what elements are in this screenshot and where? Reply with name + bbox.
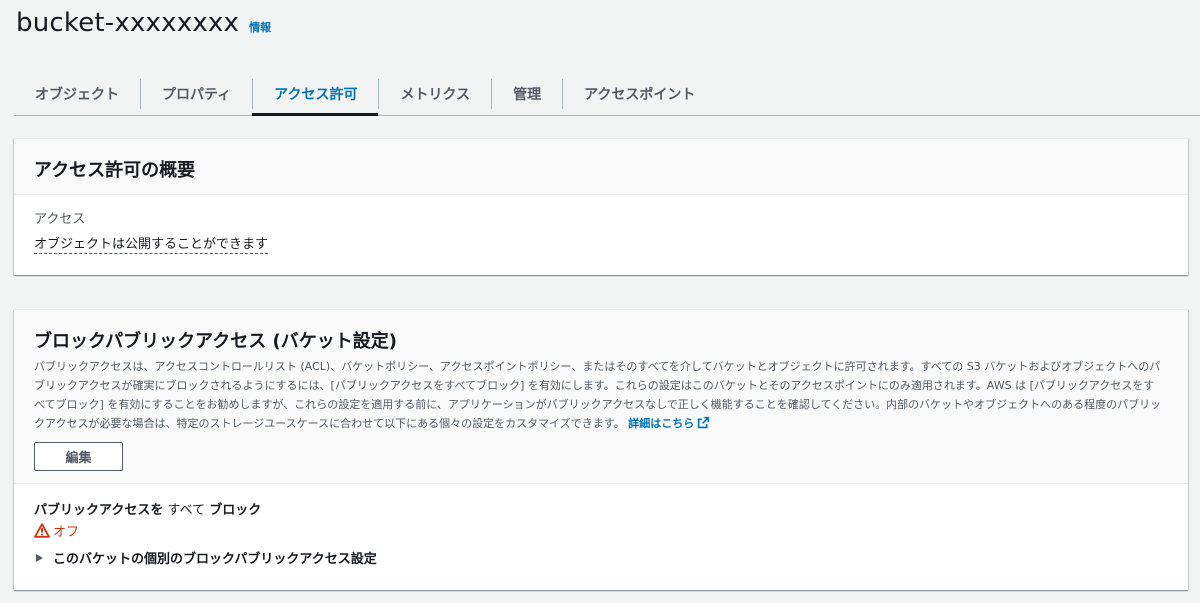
block-all-status: オフ: [34, 521, 1168, 540]
status-text: オフ: [53, 525, 80, 540]
tab-bar: オブジェクト プロパティ アクセス許可 メトリクス 管理 アクセスポイント: [14, 70, 1200, 116]
panel-title: ブロックパブリックアクセス (バケット設定): [34, 331, 397, 352]
tab-management[interactable]: 管理: [491, 70, 562, 115]
individual-settings-expander[interactable]: このバケットの個別のブロックパブリックアクセス設定: [34, 548, 1168, 567]
block-all-part3: ブロック: [209, 503, 262, 518]
page-header: bucket-xxxxxxxx 情報: [16, 8, 271, 38]
panel-title: アクセス許可の概要: [34, 160, 196, 181]
edit-button[interactable]: 編集: [34, 442, 123, 471]
tab-label: プロパティ: [162, 86, 232, 103]
tab-label: メトリクス: [400, 86, 471, 103]
panel-body: アクセス オブジェクトは公開することができます: [14, 195, 1188, 254]
description-text: パブリックアクセスは、アクセスコントロールリスト (ACL)、バケットポリシー、…: [34, 360, 1162, 430]
tab-label: オブジェクト: [35, 86, 119, 103]
info-link[interactable]: 情報: [249, 19, 271, 35]
warning-icon: [34, 523, 50, 538]
external-link-icon: [698, 416, 710, 429]
page: bucket-xxxxxxxx 情報 オブジェクト プロパティ アクセス許可 メ…: [0, 0, 1200, 603]
tab-label: アクセス許可: [274, 86, 358, 103]
tab-permissions[interactable]: アクセス許可: [252, 70, 379, 116]
block-all-title: パブリックアクセスを すべて ブロック: [34, 499, 1168, 518]
tab-objects[interactable]: オブジェクト: [14, 70, 140, 115]
learn-more-link[interactable]: 詳細はこちら: [628, 416, 710, 430]
block-all-part1: パブリックアクセスを: [34, 503, 164, 518]
tab-access-points[interactable]: アクセスポイント: [562, 70, 716, 115]
tab-properties[interactable]: プロパティ: [140, 70, 252, 115]
learn-more-label: 詳細はこちら: [628, 417, 695, 430]
access-value[interactable]: オブジェクトは公開することができます: [34, 233, 269, 254]
permissions-overview-panel: アクセス許可の概要 アクセス オブジェクトは公開することができます: [14, 138, 1188, 275]
block-all-part2: すべて: [167, 503, 206, 518]
caret-right-icon: [36, 553, 43, 562]
access-label: アクセス: [34, 212, 86, 227]
tab-label: アクセスポイント: [584, 86, 696, 103]
panel-body: パブリックアクセスを すべて ブロック オフ このバケットの個別のブロックパブリ…: [14, 484, 1188, 567]
expander-label: このバケットの個別のブロックパブリックアクセス設定: [53, 552, 377, 567]
tab-metrics[interactable]: メトリクス: [378, 70, 491, 115]
panel-header: アクセス許可の概要: [14, 139, 1188, 195]
block-public-access-panel: ブロックパブリックアクセス (バケット設定) パブリックアクセスは、アクセスコン…: [14, 309, 1188, 590]
panel-description: パブリックアクセスは、アクセスコントロールリスト (ACL)、バケットポリシー、…: [34, 357, 1164, 433]
page-title: bucket-xxxxxxxx: [16, 8, 240, 38]
tab-label: 管理: [513, 86, 542, 103]
panel-header: ブロックパブリックアクセス (バケット設定) パブリックアクセスは、アクセスコン…: [14, 310, 1188, 484]
